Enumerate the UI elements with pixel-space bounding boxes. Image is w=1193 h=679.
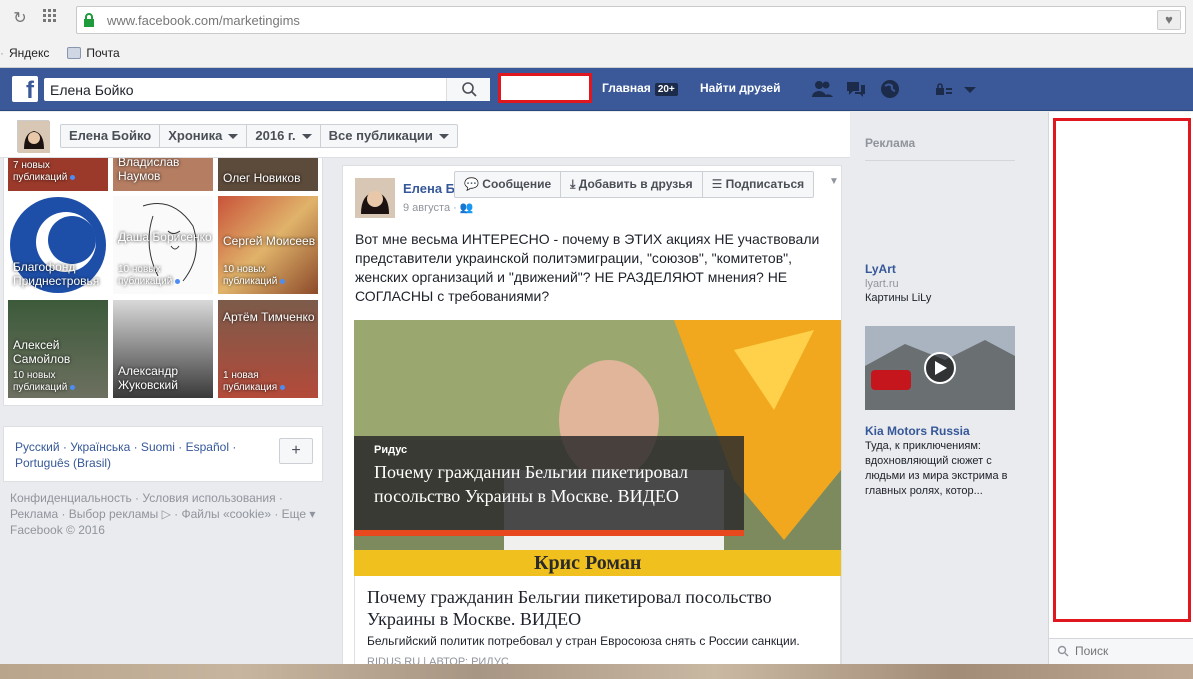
new-dot [70, 385, 76, 390]
lock-icon [84, 13, 94, 27]
message-button[interactable]: 💬 Сообщение [455, 172, 562, 197]
language-links[interactable]: Русский · Українська · Suomi · Español ·… [15, 439, 275, 471]
search-icon [462, 82, 477, 97]
footer-line1[interactable]: Конфиденциальность · Условия использован… [10, 490, 320, 506]
friend-tile[interactable]: Благофонд Приднестровья [8, 196, 108, 294]
account-menu-chevron-icon[interactable] [959, 79, 981, 99]
ad-lyart[interactable]: LyArt lyart.ru Картины LiLy [865, 262, 1025, 306]
crumb-all-posts[interactable]: Все публикации [321, 125, 457, 147]
friend-tile[interactable]: Александр Жуковский [113, 300, 213, 398]
highlight-box-side [1053, 118, 1191, 622]
chat-search [1049, 638, 1193, 664]
nav-home[interactable]: Главная 20+ [602, 81, 678, 96]
friend-tile[interactable]: Алексей Самойлов 10 новых публикаций [8, 300, 108, 398]
friend-tile[interactable]: Артём Тимченко 1 новая публикация [218, 300, 318, 398]
url-text[interactable]: www.facebook.com/marketingims [107, 13, 300, 28]
search-button[interactable] [446, 78, 490, 101]
heart-icon[interactable]: ♥ [1157, 10, 1181, 30]
ad1-title[interactable]: LyArt [865, 262, 1025, 277]
media-headline: Почему гражданин Бельгии пикетировал пос… [374, 462, 688, 506]
profile-subheader: Елена Бойко Хроника 2016 г. Все публикац… [0, 112, 850, 158]
left-column: 7 новых публикаций Владислав Наумов Олег… [0, 158, 330, 679]
friend-tile[interactable]: Сергей Моисеев 10 новых публикаций [218, 196, 318, 294]
ads-header: Реклама [865, 136, 1015, 161]
follow-button[interactable]: ☰ Подписаться [703, 172, 814, 197]
footer-copyright: Facebook © 2016 [10, 523, 105, 537]
language-box: Русский · Українська · Suomi · Español ·… [3, 426, 323, 482]
messages-icon[interactable] [845, 79, 867, 99]
ad2-body: Туда, к приключениям: вдохновляющий сюже… [865, 440, 1008, 497]
ad-kia[interactable]: Kia Motors Russia Туда, к приключениям: … [865, 424, 1025, 499]
add-friend-button[interactable]: ⤓ Добавить в друзья [561, 172, 703, 197]
add-language-button[interactable]: + [279, 438, 313, 464]
browser-chrome: ↻ www.facebook.com/marketingims ♥ · Яндек… [0, 0, 1193, 68]
new-dot [175, 279, 181, 284]
post-options-chevron-icon[interactable]: ▼ [829, 176, 839, 187]
ad1-body: Картины LiLy [865, 292, 932, 304]
reload-icon[interactable]: ↻ [10, 9, 30, 29]
facebook-logo-icon[interactable]: f [12, 76, 38, 102]
taskbar-strip [0, 664, 1193, 679]
timeline-post: Елена Б 9 августа · 👥 💬 Сообщение ⤓ Доба… [342, 165, 842, 679]
highlight-box-top [498, 73, 592, 103]
ad2-title[interactable]: Kia Motors Russia [865, 424, 1025, 439]
media-brand: Ридус [374, 444, 408, 456]
ads-column: Реклама LyArt lyart.ru Картины LiLy Kia … [850, 112, 1048, 679]
crumb-timeline[interactable]: Хроника [160, 125, 248, 147]
friend-tile[interactable]: Олег Новиков [218, 158, 318, 191]
new-dot [280, 385, 286, 390]
friend-tile[interactable]: Владислав Наумов [113, 158, 213, 191]
media-caption: Крис Роман [534, 552, 642, 574]
new-dot [280, 279, 286, 284]
friend-requests-icon[interactable] [811, 79, 833, 99]
mail-icon [67, 47, 82, 59]
address-bar[interactable]: www.facebook.com/marketingims ♥ [76, 6, 1186, 34]
ad1-url: lyart.ru [865, 278, 899, 290]
audience-friends-icon: 👥 [459, 202, 474, 214]
facebook-search [44, 78, 490, 101]
video-thumbnail-art [354, 320, 841, 576]
caret-down-icon [228, 133, 239, 139]
ad-video-thumbnail[interactable] [865, 326, 1015, 410]
post-video-thumbnail[interactable]: Ридус Почему гражданин Бельгии пикетиров… [354, 320, 841, 576]
friend-tile[interactable]: 7 новых публикаций [8, 158, 108, 191]
chat-sidebar [1048, 112, 1193, 679]
link-title[interactable]: Почему гражданин Бельгии пикетировал пос… [367, 586, 837, 630]
ad-video-art [865, 326, 1015, 410]
crumb-profile-name[interactable]: Елена Бойко [61, 125, 161, 147]
privacy-lock-icon[interactable] [933, 79, 955, 99]
bookmark-yandex-icon: · [0, 46, 4, 60]
profile-breadcrumb: Елена Бойко Хроника 2016 г. Все публикац… [60, 124, 458, 148]
link-description: Бельгийский политик потребовал у стран Е… [367, 634, 800, 648]
facebook-top-bar: f Главная20+ Найти друзей [0, 68, 1193, 111]
footer-line2[interactable]: Реклама · Выбор рекламы ▷ · Файлы «cooki… [10, 506, 320, 522]
post-text: Вот мне весьма ИНТЕРЕСНО - почему в ЭТИХ… [355, 231, 820, 304]
facebook-search-input[interactable] [44, 78, 444, 101]
home-badge: 20+ [654, 83, 678, 96]
post-date[interactable]: 9 августа · 👥 [403, 201, 474, 214]
bookmarks-bar: · Яндекс Почта [0, 42, 120, 64]
bookmark-yandex[interactable]: · Яндекс [0, 46, 49, 60]
nav-find-friends[interactable]: Найти друзей [700, 81, 780, 95]
post-author-name[interactable]: Елена Б [403, 181, 455, 196]
post-author-avatar[interactable] [355, 178, 395, 218]
apps-grid-icon[interactable] [40, 9, 60, 29]
new-dot [70, 175, 76, 180]
friend-tile[interactable]: Даша Борисенко 10 новых публикаций [113, 196, 213, 294]
profile-avatar[interactable] [17, 120, 50, 153]
search-icon [1057, 645, 1069, 657]
caret-down-icon [301, 133, 312, 139]
caret-down-icon [438, 133, 449, 139]
friends-grid: 7 новых публикаций Владислав Наумов Олег… [3, 158, 323, 406]
notifications-globe-icon[interactable] [879, 79, 901, 99]
bookmark-mail[interactable]: Почта [67, 46, 120, 60]
footer-links: Конфиденциальность · Условия использован… [10, 490, 320, 538]
profile-hover-actions: 💬 Сообщение ⤓ Добавить в друзья ☰ Подпис… [454, 171, 815, 198]
crumb-year[interactable]: 2016 г. [247, 125, 321, 147]
